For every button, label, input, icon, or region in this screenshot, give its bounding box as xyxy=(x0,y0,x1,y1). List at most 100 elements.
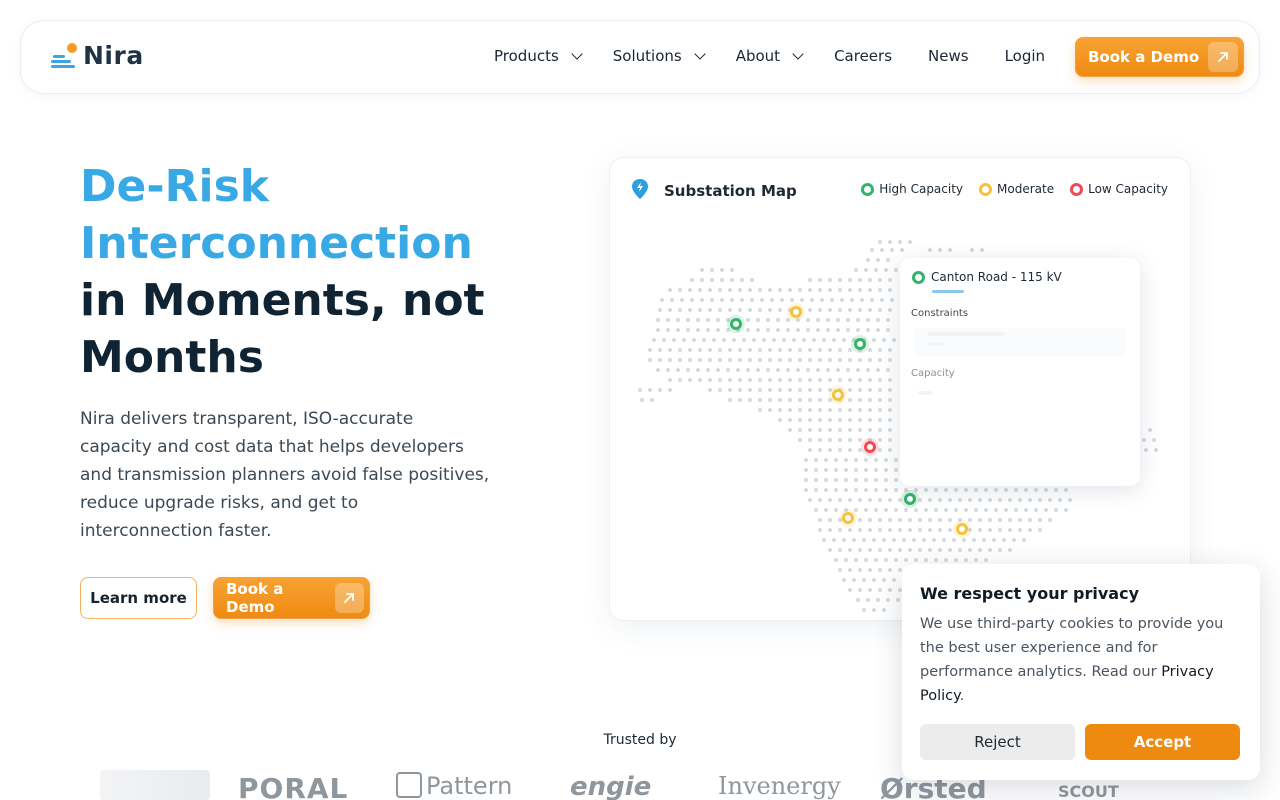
map-dot xyxy=(814,508,818,512)
map-dot xyxy=(856,368,860,372)
map-dot xyxy=(878,278,882,282)
substation-marker[interactable] xyxy=(730,318,742,330)
map-dot xyxy=(922,538,926,542)
map-dot xyxy=(888,308,892,312)
map-dot xyxy=(768,308,772,312)
map-dot xyxy=(716,318,720,322)
map-dot xyxy=(848,358,852,362)
map-dot xyxy=(768,388,772,392)
map-dot xyxy=(798,428,802,432)
map-dot xyxy=(768,378,772,382)
tab-underline xyxy=(932,290,964,293)
accept-button[interactable]: Accept xyxy=(1085,724,1240,760)
map-dot xyxy=(856,328,860,332)
map-dot xyxy=(952,538,956,542)
map-dot xyxy=(934,558,938,562)
nav-item-login[interactable]: Login xyxy=(1005,47,1045,65)
map-dot xyxy=(998,548,1002,552)
substation-marker[interactable] xyxy=(842,512,854,524)
map-dot xyxy=(828,418,832,422)
map-dot xyxy=(758,288,762,292)
map-dot xyxy=(878,398,882,402)
map-dot xyxy=(858,308,862,312)
substation-marker[interactable] xyxy=(904,493,916,505)
map-dot xyxy=(728,388,732,392)
map-dot xyxy=(874,508,878,512)
map-dot xyxy=(746,368,750,372)
map-dot xyxy=(888,288,892,292)
map-dot xyxy=(756,328,760,332)
map-dot xyxy=(718,288,722,292)
nav-item-products[interactable]: Products xyxy=(494,47,583,65)
map-dot xyxy=(854,488,858,492)
map-dot xyxy=(884,558,888,562)
map-dot xyxy=(788,378,792,382)
reject-button[interactable]: Reject xyxy=(920,724,1075,760)
map-dot xyxy=(692,338,696,342)
map-dot xyxy=(1038,528,1042,532)
map-dot xyxy=(858,498,862,502)
map-dot xyxy=(780,298,784,302)
map-dot xyxy=(884,508,888,512)
map-dot xyxy=(838,568,842,572)
map-dot xyxy=(878,240,882,244)
map-dot xyxy=(772,338,776,342)
map-dot xyxy=(738,398,742,402)
map-dot xyxy=(886,258,890,262)
substation-marker[interactable] xyxy=(956,523,968,535)
hero-book-demo-button[interactable]: Book a Demo xyxy=(213,577,370,619)
client-logo-engie: engie xyxy=(570,772,652,800)
map-dot xyxy=(826,328,830,332)
brand-logo[interactable]: Nira xyxy=(51,41,144,70)
map-dot xyxy=(912,538,916,542)
map-dot xyxy=(988,498,992,502)
map-dot xyxy=(788,348,792,352)
map-dot xyxy=(878,518,882,522)
constraints-label: Constraints xyxy=(911,308,969,319)
map-dot xyxy=(998,518,1002,522)
map-dot xyxy=(678,378,682,382)
client-logo-scout: SCOUT xyxy=(1058,782,1119,800)
map-dot xyxy=(834,458,838,462)
map-dot xyxy=(1028,528,1032,532)
map-dot xyxy=(658,348,662,352)
chevron-down-icon xyxy=(694,48,706,60)
map-dot xyxy=(928,548,932,552)
map-dot xyxy=(706,368,710,372)
nav-item-careers[interactable]: Careers xyxy=(834,47,892,65)
substation-marker[interactable] xyxy=(864,441,876,453)
map-dot xyxy=(648,358,652,362)
map-dot xyxy=(748,388,752,392)
map-dot xyxy=(892,338,896,342)
map-dot xyxy=(808,288,812,292)
nav-book-demo-button[interactable]: Book a Demo xyxy=(1075,37,1244,77)
map-dot xyxy=(658,358,662,362)
map-dot xyxy=(868,288,872,292)
map-dot xyxy=(808,448,812,452)
nav-item-news[interactable]: News xyxy=(928,47,969,65)
map-dot xyxy=(762,338,766,342)
map-dot xyxy=(796,368,800,372)
map-dot xyxy=(822,538,826,542)
map-dot xyxy=(718,348,722,352)
map-dot xyxy=(814,478,818,482)
substation-marker[interactable] xyxy=(854,338,866,350)
map-dot xyxy=(954,558,958,562)
map-dot xyxy=(700,268,704,272)
map-dot xyxy=(898,528,902,532)
nav-item-solutions[interactable]: Solutions xyxy=(613,47,706,65)
map-dot xyxy=(728,358,732,362)
map-dot xyxy=(818,398,822,402)
substation-marker[interactable] xyxy=(790,306,802,318)
map-dot xyxy=(924,508,928,512)
map-dot xyxy=(728,398,732,402)
learn-more-button[interactable]: Learn more xyxy=(80,577,197,619)
map-dot xyxy=(832,538,836,542)
nav-item-about[interactable]: About xyxy=(736,47,804,65)
map-dot xyxy=(828,518,832,522)
map-dot xyxy=(1044,488,1048,492)
map-dot xyxy=(1028,498,1032,502)
map-dot xyxy=(978,528,982,532)
substation-marker[interactable] xyxy=(832,389,844,401)
map-dot xyxy=(778,388,782,392)
